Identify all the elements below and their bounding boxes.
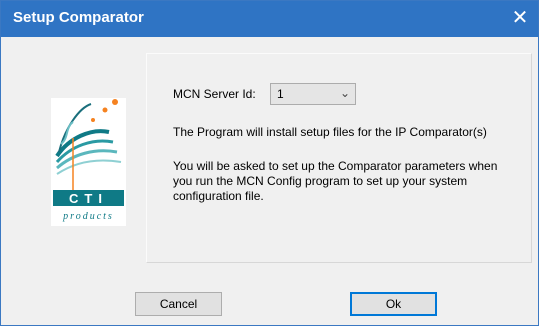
setup-comparator-dialog: Setup Comparator ✕ CTI products MCN Serv… <box>0 0 539 326</box>
ok-button[interactable]: Ok <box>350 292 437 316</box>
install-info-text: The Program will install setup files for… <box>173 125 487 139</box>
logo-brand-text: CTI <box>69 191 108 206</box>
cancel-button[interactable]: Cancel <box>135 292 222 316</box>
window-title: Setup Comparator <box>13 9 144 26</box>
close-icon[interactable]: ✕ <box>506 5 534 31</box>
mcn-server-id-select[interactable]: 1 ⌄ <box>270 83 356 105</box>
cti-logo-graphic: CTI products <box>51 98 126 226</box>
logo-sub-text: products <box>62 211 114 222</box>
mcn-server-id-label: MCN Server Id: <box>173 87 256 101</box>
chevron-down-icon[interactable]: ⌄ <box>340 86 350 100</box>
cti-products-logo: CTI products <box>51 98 126 226</box>
title-bar[interactable]: Setup Comparator ✕ <box>1 1 538 37</box>
mcn-server-id-value: 1 <box>277 87 284 101</box>
config-info-text: You will be asked to set up the Comparat… <box>173 159 498 203</box>
